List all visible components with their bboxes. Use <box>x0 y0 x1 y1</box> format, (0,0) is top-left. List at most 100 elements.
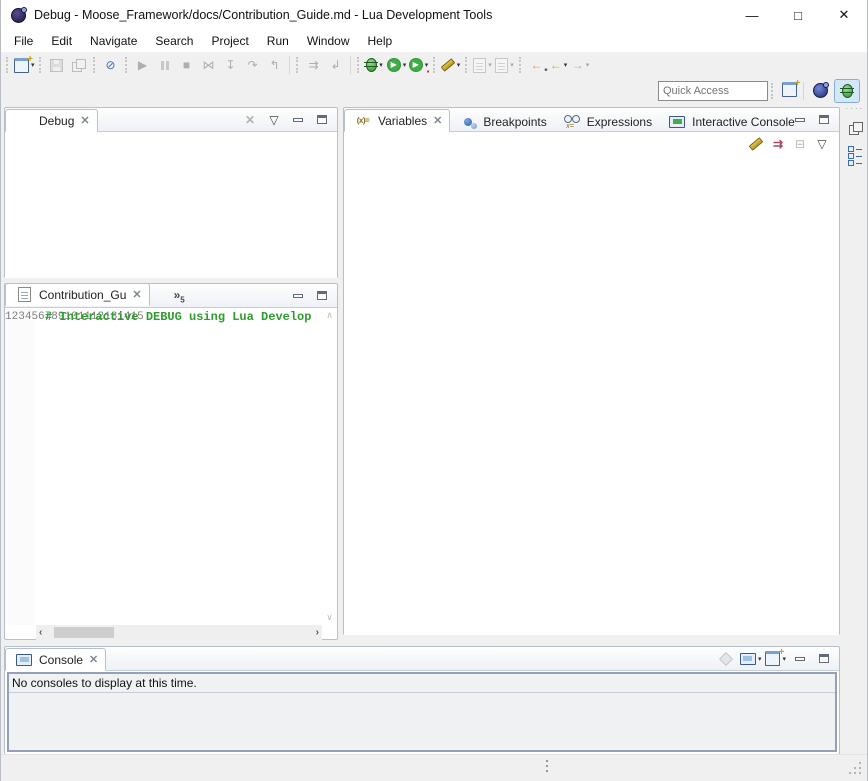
outline-view-button[interactable] <box>845 146 865 166</box>
maximize-view-button[interactable] <box>312 110 332 130</box>
scroll-up-icon[interactable]: ∧ <box>326 310 333 321</box>
step-return-button[interactable]: ↰ <box>265 55 285 75</box>
use-step-filters-button[interactable]: ⇉ <box>304 55 324 75</box>
lua-perspective-button[interactable] <box>808 80 832 102</box>
toolbar-handle <box>465 57 469 73</box>
maximize-view-button[interactable] <box>312 286 332 306</box>
toolbar-handle <box>125 57 129 73</box>
variables-content[interactable] <box>344 156 839 635</box>
debug-view: Debug✕ ✕▽ <box>4 107 338 278</box>
minimize-view-button[interactable] <box>790 110 810 130</box>
menu-navigate[interactable]: Navigate <box>81 32 146 50</box>
tab-expressions[interactable]: x=Expressions <box>554 111 659 132</box>
menu-search[interactable]: Search <box>146 32 202 50</box>
menu-file[interactable]: File <box>5 32 42 50</box>
disconnect-button[interactable]: ⋈ <box>199 55 219 75</box>
show-logical-structures-button[interactable]: ⇉ <box>768 134 788 154</box>
remove-all-terminated-button[interactable]: ✕ <box>240 110 260 130</box>
maximize-button[interactable]: □ <box>775 0 821 30</box>
tab-label: Contribution_Gu <box>39 288 126 302</box>
toolbar-handle <box>433 57 437 73</box>
minimize-view-button[interactable] <box>790 649 810 669</box>
open-perspective-button[interactable]: + <box>779 80 799 100</box>
tab-console[interactable]: Console✕ <box>5 648 106 671</box>
minimize-view-button[interactable] <box>288 110 308 130</box>
menu-help[interactable]: Help <box>359 32 402 50</box>
save-all-button[interactable] <box>69 55 89 75</box>
step-over-button[interactable]: ↷ <box>243 55 263 75</box>
run-button[interactable]: ▶▾ <box>387 55 407 75</box>
maximize-view-button[interactable] <box>814 649 834 669</box>
drop-to-frame-button[interactable]: ↲ <box>326 55 346 75</box>
maximize-view-button[interactable] <box>814 110 834 130</box>
right-trim-bar: ···· <box>844 104 866 755</box>
scrollbar-thumb[interactable] <box>54 627 114 638</box>
tab-contribution-gu[interactable]: Contribution_Gu ✕ <box>5 283 150 306</box>
console-icon <box>14 650 34 670</box>
debug-perspective-button[interactable] <box>834 79 860 103</box>
tab-debug[interactable]: Debug✕ <box>5 109 98 132</box>
suspend-button[interactable] <box>155 55 175 75</box>
perspective-toolbar: + <box>1 78 867 104</box>
tab-variables[interactable]: (x)=Variables✕ <box>344 109 450 132</box>
menu-project[interactable]: Project <box>202 32 257 50</box>
back-button[interactable]: ←▾ <box>549 55 569 75</box>
open-element-button[interactable]: ▾ <box>495 55 515 75</box>
tab-breakpoints[interactable]: Breakpoints <box>450 111 553 132</box>
editor-line[interactable]: # Interactive DEBUG using Lua Develop <box>40 310 311 324</box>
minimize-view-button[interactable] <box>288 286 308 306</box>
last-edit-location-button[interactable]: ←* <box>527 55 547 75</box>
forward-button[interactable]: →▾ <box>571 55 591 75</box>
debug-button[interactable]: ▾ <box>365 55 385 75</box>
new-lua-file-button[interactable]: ▾ <box>473 55 493 75</box>
open-console-button[interactable]: +▾ <box>765 649 786 669</box>
editor-vertical-scrollbar[interactable]: ∧ ∨ <box>322 308 337 625</box>
close-icon[interactable]: ✕ <box>433 114 442 127</box>
tab-interactive-console[interactable]: Interactive Console <box>659 111 802 132</box>
close-icon[interactable]: ✕ <box>89 653 98 666</box>
scroll-right-icon[interactable]: › <box>316 627 319 638</box>
status-bar <box>1 754 867 781</box>
statusbar-drag-handle[interactable] <box>546 760 548 762</box>
step-into-button[interactable]: ↧ <box>221 55 241 75</box>
window-title: Debug - Moose_Framework/docs/Contributio… <box>34 8 492 22</box>
open-task-button[interactable]: ▾ <box>441 55 461 75</box>
separator <box>803 82 804 100</box>
toolbar-handle <box>296 57 300 73</box>
scroll-down-icon[interactable]: ∨ <box>326 612 333 623</box>
debug-perspective-icon <box>837 81 857 101</box>
skip-all-breakpoints-button[interactable]: ⊘ <box>101 55 121 75</box>
close-icon[interactable]: ✕ <box>132 288 141 301</box>
window-resize-grip[interactable] <box>859 762 861 764</box>
external-tools-button[interactable]: ▶▪▾ <box>409 55 429 75</box>
pin-console-button[interactable] <box>716 649 736 669</box>
editor-text-area[interactable]: # Interactive DEBUG using Lua DevelopThe… <box>35 308 322 625</box>
view-menu-button[interactable]: ▽ <box>264 110 284 130</box>
terminate-button[interactable]: ■ <box>177 55 197 75</box>
show-type-names-button[interactable] <box>746 134 766 154</box>
separator <box>289 56 290 74</box>
main-toolbar: +▾⊘▶■⋈↧↷↰⇉↲▾▶▾▶▪▾▾▾▾←*←▾→▾ <box>1 52 867 78</box>
close-button[interactable]: ✕ <box>821 0 867 30</box>
collapse-all-button[interactable]: ⊟ <box>790 134 810 154</box>
view-menu-button[interactable]: ▽ <box>812 134 832 154</box>
save-button[interactable] <box>47 55 67 75</box>
hidden-editors-chevron[interactable]: »5 <box>174 288 185 304</box>
new-wizard-button[interactable]: +▾ <box>14 55 35 75</box>
restore-view-button[interactable] <box>845 118 865 138</box>
minimize-button[interactable]: — <box>729 0 775 30</box>
menu-window[interactable]: Window <box>298 32 359 50</box>
scroll-left-icon[interactable]: ‹ <box>39 627 42 638</box>
quick-access-input[interactable] <box>658 81 768 101</box>
tab-label: Breakpoints <box>483 115 546 129</box>
editor-horizontal-scrollbar[interactable]: ‹ › <box>36 625 322 640</box>
resume-button[interactable]: ▶ <box>133 55 153 75</box>
debug-view-content[interactable] <box>5 132 337 278</box>
display-selected-console-button[interactable]: ▾ <box>740 649 762 669</box>
tab-label: Variables <box>378 114 427 128</box>
menu-edit[interactable]: Edit <box>42 32 81 50</box>
console-content[interactable]: No consoles to display at this time. <box>7 672 837 752</box>
line-number: 1 <box>5 311 12 323</box>
menu-run[interactable]: Run <box>258 32 298 50</box>
close-icon[interactable]: ✕ <box>80 114 89 127</box>
